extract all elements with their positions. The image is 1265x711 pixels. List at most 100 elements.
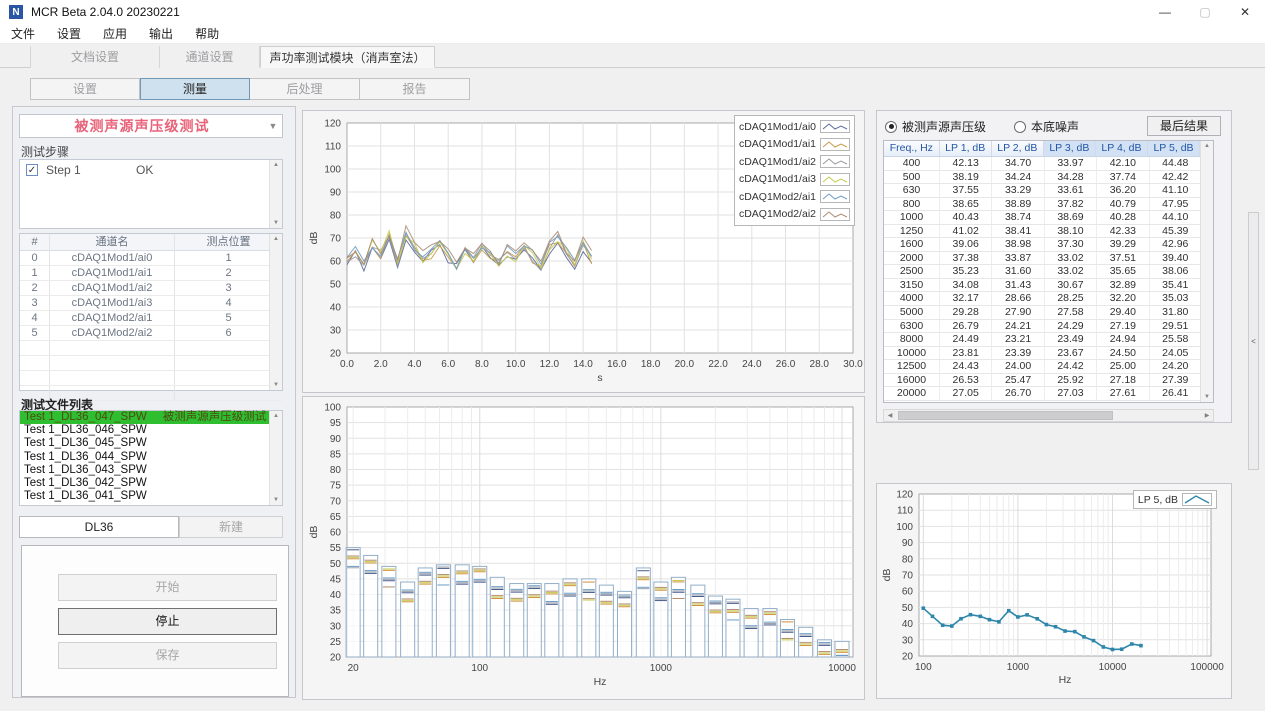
table-row[interactable]: 5cDAQ1Mod2/ai26 [20,326,282,341]
table-row[interactable]: 2cDAQ1Mod1/ai23 [20,281,282,296]
tab-2[interactable]: 声功率测试模块（消声室法） [260,46,435,68]
file-list-item[interactable]: Test 1_DL36_047_SPW被测声源声压级测试 [20,411,282,424]
legend-entry[interactable]: cDAQ1Mod2/ai2 [739,206,850,224]
menu-item-3[interactable]: 输出 [138,24,184,44]
cell: 32.20 [1097,292,1149,305]
scroll-left-icon[interactable]: ◀ [884,412,896,419]
scroll-up-icon[interactable]: ▲ [273,411,279,421]
table-row[interactable]: 160039.0638.9837.3039.2942.96 [884,238,1213,252]
channel-table-scrollbar[interactable]: ▲▼ [269,234,282,390]
table-row[interactable]: 630026.7924.2124.2927.1929.51 [884,320,1213,334]
column-header[interactable]: LP 1, dB [940,141,992,156]
menu-item-2[interactable]: 应用 [92,24,138,44]
table-row[interactable]: 1600026.5325.4725.9227.1827.39 [884,374,1213,388]
menu-item-0[interactable]: 文件 [0,24,46,44]
table-row[interactable]: 315034.0831.4330.6732.8935.41 [884,279,1213,293]
minimize-button[interactable]: — [1145,0,1185,24]
freq-table-scrollbar[interactable]: ▲▼ [1200,141,1213,402]
table-row[interactable]: 1250024.4324.0024.4225.0024.20 [884,360,1213,374]
subtab-0[interactable]: 设置 [30,78,140,100]
table-horizontal-scrollbar[interactable]: ◀ ▶ [883,409,1214,422]
column-header[interactable]: Freq., Hz [884,141,940,156]
radio-source-level[interactable] [885,121,897,133]
column-header[interactable]: LP 2, dB [992,141,1044,156]
start-button[interactable]: 开始 [58,574,277,601]
subtab-2[interactable]: 后处理 [250,78,360,100]
cell: 6300 [884,320,940,333]
table-row[interactable]: 500029.2827.9027.5829.4031.80 [884,306,1213,320]
legend-entry[interactable]: cDAQ1Mod1/ai2 [739,153,850,171]
final-result-button[interactable]: 最后结果 [1147,116,1221,136]
scroll-up-icon[interactable]: ▲ [273,234,279,244]
radio-background-noise[interactable] [1014,121,1026,133]
table-row[interactable]: 125041.0238.4138.1042.3345.39 [884,225,1213,239]
cell: 40.28 [1097,211,1149,224]
scroll-up-icon[interactable]: ▲ [273,160,279,170]
scroll-down-icon[interactable]: ▼ [1204,392,1210,402]
table-row[interactable]: 63037.5533.2933.6136.2041.10 [884,184,1213,198]
app-window: N MCR Beta 2.04.0 20230221 — ▢ ✕ 文件设置应用输… [0,0,1265,711]
steps-scrollbar[interactable]: ▲▼ [269,160,282,228]
legend-entry[interactable]: cDAQ1Mod1/ai3 [739,171,850,189]
file-list-item[interactable]: Test 1_DL36_041_SPW [20,490,282,503]
cell: 32.17 [940,292,992,305]
table-row[interactable]: 50038.1934.2434.2837.7442.42 [884,171,1213,185]
file-list-scrollbar[interactable]: ▲▼ [269,411,282,505]
table-row[interactable]: 200037.3833.8733.0237.5139.40 [884,252,1213,266]
menu-item-1[interactable]: 设置 [46,24,92,44]
step-list-item[interactable]: ✓Step 1OK [20,160,282,180]
scrollbar-thumb[interactable] [898,411,1113,420]
scroll-up-icon[interactable]: ▲ [1204,141,1210,151]
tab-1[interactable]: 通道设置 [160,46,260,68]
test-type-selector[interactable]: 被测声源声压级测试 ▼ [19,114,283,138]
table-row[interactable]: 4cDAQ1Mod2/ai15 [20,311,282,326]
column-header[interactable]: LP 4, dB [1096,141,1148,156]
subtab-3[interactable]: 报告 [360,78,470,100]
column-header[interactable]: LP 5, dB [1148,141,1200,156]
table-row[interactable]: 800024.4923.2123.4924.9425.58 [884,333,1213,347]
step-checkbox[interactable]: ✓ [26,164,38,176]
test-file-list[interactable]: Test 1_DL36_047_SPW被测声源声压级测试Test 1_DL36_… [19,410,283,506]
table-row[interactable]: 1000023.8123.3923.6724.5024.05 [884,347,1213,361]
file-list-item[interactable]: Test 1_DL36_044_SPW [20,451,282,464]
file-prefix-field[interactable]: DL36 [19,516,179,538]
table-row[interactable]: 1cDAQ1Mod1/ai12 [20,266,282,281]
legend-entry[interactable]: cDAQ1Mod2/ai1 [739,188,850,206]
close-button[interactable]: ✕ [1225,0,1265,24]
svg-text:28.0: 28.0 [810,359,830,370]
maximize-button[interactable]: ▢ [1185,0,1225,24]
scroll-down-icon[interactable]: ▼ [273,380,279,390]
legend-entry[interactable]: cDAQ1Mod1/ai0 [739,118,850,136]
save-button[interactable]: 保存 [58,642,277,669]
table-row[interactable]: 80038.6538.8937.8240.7947.95 [884,198,1213,212]
file-list-item[interactable]: Test 1_DL36_043_SPW [20,464,282,477]
table-row[interactable]: 40042.1334.7033.9742.1044.48 [884,157,1213,171]
table-row[interactable]: 2000027.0526.7027.0327.6126.41 [884,387,1213,401]
scroll-right-icon[interactable]: ▶ [1201,412,1213,419]
subtab-1[interactable]: 测量 [140,78,250,100]
file-list-item[interactable]: Test 1_DL36_046_SPW [20,424,282,437]
file-list-item[interactable]: Test 1_DL36_042_SPW [20,477,282,490]
table-row[interactable]: 100040.4338.7438.6940.2844.10 [884,211,1213,225]
panel-splitter-handle[interactable]: < [1248,212,1259,470]
table-row[interactable]: 3cDAQ1Mod1/ai34 [20,296,282,311]
scroll-down-icon[interactable]: ▼ [273,218,279,228]
file-name: Test 1_DL36_047_SPW [24,411,147,424]
scroll-down-icon[interactable]: ▼ [273,495,279,505]
table-row[interactable]: 400032.1728.6628.2532.2035.03 [884,292,1213,306]
steps-list[interactable]: ✓Step 1OK▲▼ [19,159,283,229]
svg-text:dB: dB [308,526,320,539]
legend-entry[interactable]: cDAQ1Mod1/ai1 [739,136,850,154]
frequency-result-table[interactable]: Freq., HzLP 1, dBLP 2, dBLP 3, dBLP 4, d… [883,140,1214,403]
file-list-item[interactable]: Test 1_DL36_045_SPW [20,437,282,450]
stop-button[interactable]: 停止 [58,608,277,635]
table-row[interactable]: 0cDAQ1Mod1/ai01 [20,251,282,266]
channel-table[interactable]: #通道名测点位置0cDAQ1Mod1/ai011cDAQ1Mod1/ai122c… [19,233,283,391]
cell: 3 [20,296,50,310]
tab-0[interactable]: 文档设置 [30,46,160,68]
new-file-button[interactable]: 新建 [179,516,283,538]
column-header[interactable]: LP 3, dB [1044,141,1096,156]
table-row[interactable]: 250035.2331.6033.0235.6538.06 [884,265,1213,279]
cell: 6 [175,326,282,340]
menu-item-4[interactable]: 帮助 [184,24,230,44]
